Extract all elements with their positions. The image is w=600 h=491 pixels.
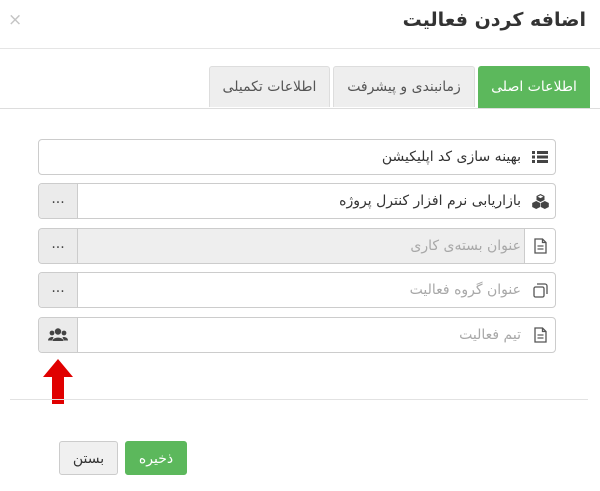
users-icon <box>48 328 68 341</box>
activity-group-browse-button[interactable]: ... <box>39 273 78 307</box>
activity-name-value: بهینه سازی کد اپلیکیشن <box>381 149 521 165</box>
activity-group-field[interactable]: ... عنوان گروه فعالیت <box>38 272 556 308</box>
team-field[interactable]: تیم فعالیت <box>38 317 556 353</box>
team-select-button[interactable] <box>39 318 78 352</box>
activity-name-field[interactable]: بهینه سازی کد اپلیکیشن <box>38 139 556 175</box>
close-button[interactable]: بستن <box>59 441 118 475</box>
work-package-placeholder: عنوان بسته‌ی کاری <box>410 238 521 254</box>
tab-additional-info[interactable]: اطلاعات تکمیلی <box>209 66 330 107</box>
file-icon <box>524 229 555 263</box>
dialog-header: اضافه کردن فعالیت × <box>0 0 600 49</box>
dialog-title: اضافه کردن فعالیت <box>402 9 586 31</box>
work-package-field[interactable]: ... عنوان بسته‌ی کاری <box>38 228 556 264</box>
project-value: بازاریابی نرم افزار کنترل پروژه <box>339 193 521 209</box>
save-button[interactable]: ذخیره <box>125 441 187 475</box>
copy-icon <box>525 273 555 307</box>
annotation-arrow <box>43 359 73 404</box>
project-browse-button[interactable]: ... <box>39 184 78 218</box>
cubes-icon <box>525 184 555 218</box>
file-icon <box>525 318 555 352</box>
add-activity-dialog: اضافه کردن فعالیت × اطلاعات اصلی زمانبند… <box>0 0 600 491</box>
project-field[interactable]: ... بازاریابی نرم افزار کنترل پروژه <box>38 183 556 219</box>
work-package-browse-button[interactable]: ... <box>39 229 78 263</box>
list-icon <box>525 140 555 174</box>
close-icon[interactable]: × <box>8 10 22 30</box>
tab-main-info[interactable]: اطلاعات اصلی <box>478 66 590 108</box>
activity-group-placeholder: عنوان گروه فعالیت <box>409 282 521 298</box>
footer-divider <box>10 399 588 400</box>
tab-schedule-progress[interactable]: زمانبندی و پیشرفت <box>333 66 475 107</box>
team-placeholder: تیم فعالیت <box>459 327 521 343</box>
tab-bar: اطلاعات اصلی زمانبندی و پیشرفت اطلاعات ت… <box>0 66 600 109</box>
